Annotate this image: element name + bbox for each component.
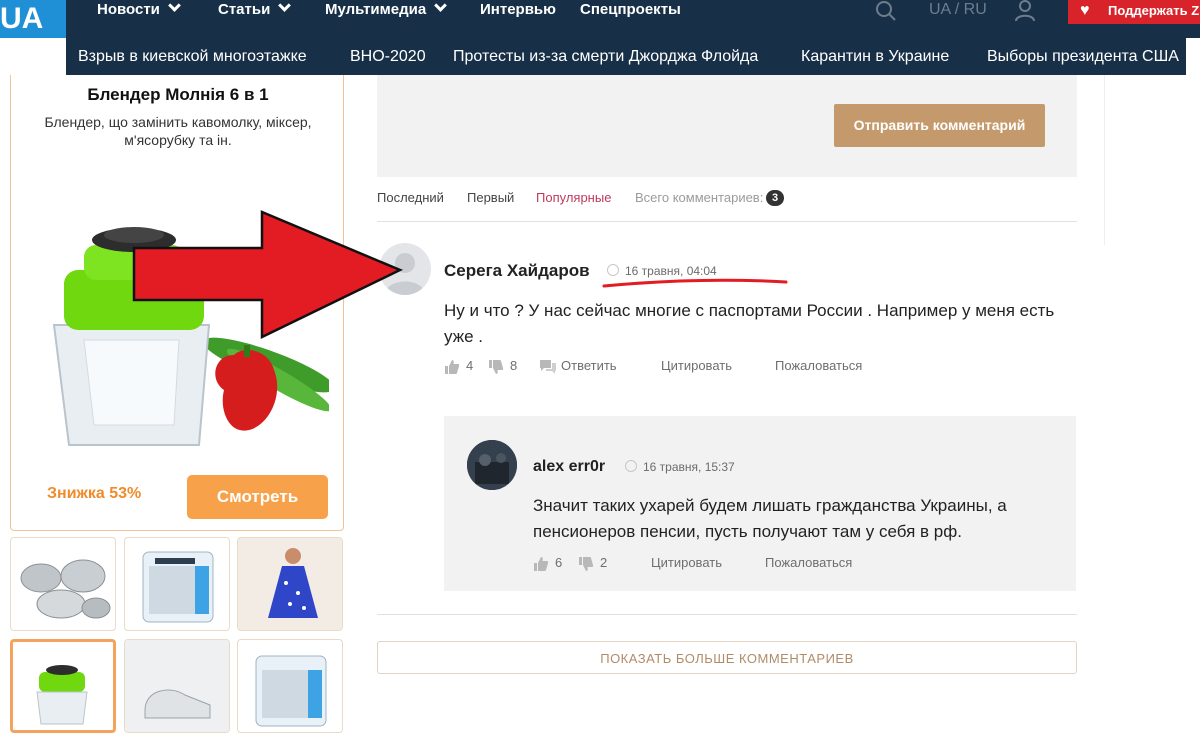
divider xyxy=(377,614,1077,615)
reply-label: Ответить xyxy=(561,358,617,373)
ad-thumbnail-air-cooler[interactable] xyxy=(124,537,230,631)
sort-first[interactable]: Первый xyxy=(467,190,514,206)
chat-bubble-icon xyxy=(540,359,556,374)
submit-comment-button[interactable]: Отправить комментарий xyxy=(834,104,1045,147)
reply-text: Значит таких ухарей будем лишать граждан… xyxy=(533,496,1007,541)
thumbs-up-icon xyxy=(445,359,460,374)
search-icon[interactable] xyxy=(875,0,897,22)
nav-item-label: Новости xyxy=(97,1,160,18)
avatar[interactable] xyxy=(379,243,431,295)
topic-link[interactable]: ВНО-2020 xyxy=(350,38,426,75)
ad-thumbnail-blender[interactable] xyxy=(10,639,116,733)
thumbs-up-icon xyxy=(534,556,549,571)
reply-author[interactable]: alex err0r xyxy=(533,458,605,476)
chevron-down-icon xyxy=(278,0,292,12)
sort-latest[interactable]: Последний xyxy=(377,190,444,206)
reply-button[interactable]: Ответить xyxy=(539,358,617,375)
user-photo-avatar xyxy=(467,440,517,490)
dislike-count: 8 xyxy=(510,358,518,373)
red-underline-annotation xyxy=(602,278,788,288)
topic-link[interactable]: Взрыв в киевской многоэтажке xyxy=(78,38,307,75)
support-label: Поддержать ZN xyxy=(1108,3,1200,18)
comment-author[interactable]: Серега Хайдаров xyxy=(444,261,590,281)
nav-item-articles[interactable]: Статьи xyxy=(218,0,292,22)
default-avatar-icon xyxy=(385,253,425,295)
nav-item-label: Спецпроекты xyxy=(580,1,681,18)
nav-item-interviews[interactable]: Интервью xyxy=(480,0,556,22)
dislike-count: 2 xyxy=(600,555,608,570)
topic-link[interactable]: Карантин в Украине xyxy=(801,38,949,75)
ad-description: Блендер, що замінить кавомолку, міксер, … xyxy=(44,114,312,148)
dress-image xyxy=(238,538,342,630)
chevron-down-icon xyxy=(434,0,448,12)
cookware-image xyxy=(20,559,111,619)
clock-icon xyxy=(625,460,637,472)
total-comments-label: Всего комментариев: xyxy=(635,190,764,205)
like-count: 6 xyxy=(555,555,563,570)
nav-item-label: Интервью xyxy=(480,1,556,18)
air-cooler-image xyxy=(142,551,214,623)
dislike-button[interactable]: 2 xyxy=(578,555,607,572)
reply-date-text: 16 травня, 15:37 xyxy=(643,460,735,474)
total-comments-badge: 3 xyxy=(766,190,784,206)
ad-thumbnail-sneakers[interactable] xyxy=(124,639,230,733)
blender-image xyxy=(36,665,88,725)
nav-item-news[interactable]: Новости xyxy=(97,0,181,22)
view-button[interactable]: Смотреть xyxy=(187,475,328,519)
air-cooler-image xyxy=(255,655,327,727)
dislike-button[interactable]: 8 xyxy=(488,358,517,375)
heart-hands-icon: ♥ xyxy=(1080,2,1090,19)
topic-link[interactable]: Выборы президента США xyxy=(987,38,1179,75)
sneakers-image xyxy=(125,640,229,732)
thumbs-down-icon xyxy=(579,556,594,571)
ad-thumbnail-dress[interactable] xyxy=(237,537,343,631)
report-button[interactable]: Пожаловаться xyxy=(775,358,862,374)
topics-bar-edge xyxy=(1186,38,1200,75)
clock-icon xyxy=(607,264,619,276)
like-button[interactable]: 4 xyxy=(444,358,473,375)
comment-date: 16 травня, 04:04 xyxy=(607,263,717,278)
nav-item-multimedia[interactable]: Мультимедиа xyxy=(325,0,448,22)
user-icon[interactable] xyxy=(1014,0,1036,22)
like-count: 4 xyxy=(466,358,474,373)
nav-item-label: Статьи xyxy=(218,1,271,18)
ad-title: Блендер Молнія 6 в 1 xyxy=(87,85,269,104)
blender-product-image[interactable] xyxy=(29,175,329,465)
reply-date: 16 травня, 15:37 xyxy=(625,459,735,474)
product-ad[interactable]: Блендер Молнія 6 в 1 Блендер, що замінит… xyxy=(10,75,344,531)
divider xyxy=(377,221,1077,222)
language-switcher[interactable]: UA / RU xyxy=(929,0,987,20)
site-logo[interactable]: UA xyxy=(0,0,66,38)
quote-button[interactable]: Цитировать xyxy=(661,358,732,374)
nav-item-special-projects[interactable]: Спецпроекты xyxy=(580,0,681,22)
top-navigation: UA Новости Статьи Мультимедиа Интервью С… xyxy=(0,0,1200,38)
thumbs-down-icon xyxy=(489,359,504,374)
sort-popular[interactable]: Популярные xyxy=(536,190,611,206)
comment-text: Ну и что ? У нас сейчас многие с паспорт… xyxy=(444,301,1055,346)
chevron-down-icon xyxy=(168,0,181,12)
quote-button[interactable]: Цитировать xyxy=(651,555,722,571)
discount-label: Знижка 53% xyxy=(47,485,142,502)
ad-thumbnail-cookware[interactable] xyxy=(10,537,116,631)
ad-thumbnail-air-cooler[interactable] xyxy=(237,639,343,733)
like-button[interactable]: 6 xyxy=(533,555,562,572)
support-button[interactable]: ♥ Поддержать ZN xyxy=(1068,0,1200,24)
comment-date-text: 16 травня, 04:04 xyxy=(625,264,717,278)
show-more-comments-button[interactable]: ПОКАЗАТЬ БОЛЬШЕ КОММЕНТАРИЕВ xyxy=(377,641,1077,674)
divider xyxy=(1104,75,1105,245)
topic-link[interactable]: Протесты из-за смерти Джорджа Флойда xyxy=(453,38,758,75)
avatar[interactable] xyxy=(467,440,517,490)
nav-item-label: Мультимедиа xyxy=(325,1,427,18)
report-button[interactable]: Пожаловаться xyxy=(765,555,852,571)
topics-bar: Взрыв в киевской многоэтажке ВНО-2020 Пр… xyxy=(66,38,1200,75)
